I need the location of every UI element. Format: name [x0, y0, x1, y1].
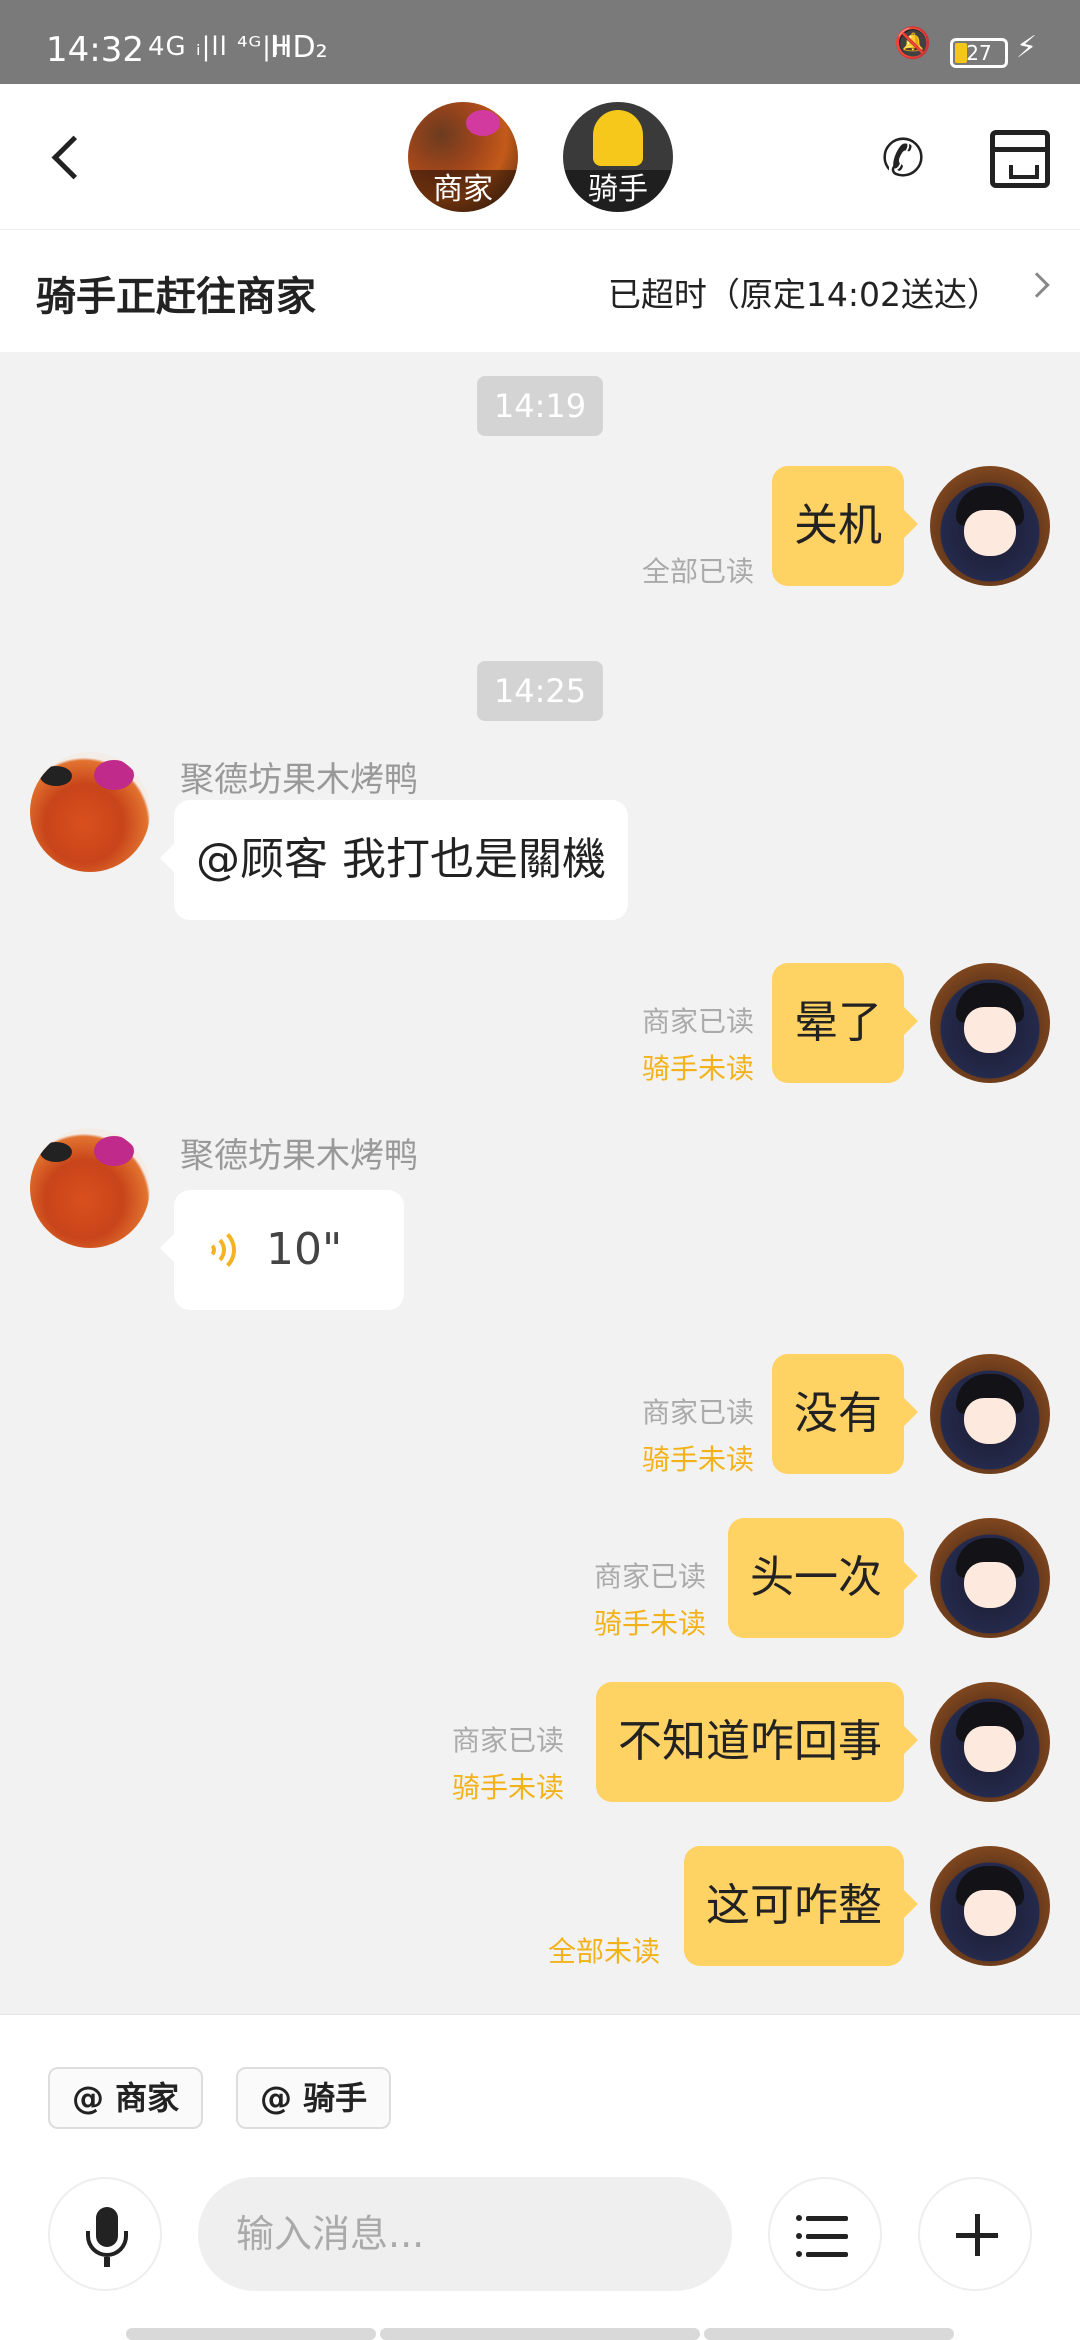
order-status-text: 骑手正赶往商家 [36, 274, 316, 320]
battery-icon: 27 [950, 38, 1008, 68]
merchant-chat-avatar[interactable] [30, 752, 150, 872]
message-input[interactable] [198, 2177, 732, 2291]
my-avatar[interactable] [930, 1518, 1050, 1638]
read-status: 全部已读 [641, 555, 754, 588]
avatar-face [964, 510, 1016, 556]
rider-read-status: 骑手未读 [641, 1052, 754, 1085]
my-avatar[interactable] [930, 1846, 1050, 1966]
charging-icon: ⚡ [1016, 30, 1038, 65]
read-status: 全部未读 [547, 1935, 660, 1968]
signal-icon: 4G ᵢ|ll ⁴ᴳ|ll [148, 32, 289, 62]
merchant-read-status: 商家已读 [593, 1560, 706, 1593]
voice-duration: 10" [266, 1224, 343, 1275]
avatar-face [964, 1007, 1016, 1053]
avatar-face [964, 1398, 1016, 1444]
my-avatar[interactable] [930, 963, 1050, 1083]
order-status-bar[interactable]: 骑手正赶往商家 已超时（原定14:02送达） [0, 230, 1080, 352]
my-message-bubble[interactable]: 关机 [772, 466, 918, 586]
my-avatar[interactable] [930, 1354, 1050, 1474]
merchant-chat-avatar[interactable] [30, 1128, 150, 1248]
nav-bar-segment [380, 2328, 700, 2340]
flower-icon [466, 110, 500, 136]
my-message-bubble[interactable]: 不知道咋回事 [596, 1682, 918, 1802]
overtime-text: 已超时（原定14:02送达） [607, 275, 1000, 314]
rider-read-status: 骑手未读 [451, 1771, 564, 1804]
voice-wave-icon [208, 1226, 248, 1274]
bowl-icon [40, 1142, 72, 1162]
status-bar: 14:32 4G ᵢ|ll ⁴ᴳ|ll HD₂ 🔕 27 ⚡ [0, 0, 1080, 84]
avatar-face [964, 1562, 1016, 1608]
avatar-face [964, 1726, 1016, 1772]
list-icon-dot [796, 2233, 802, 2239]
flower-icon [94, 1136, 134, 1166]
flower-icon [94, 760, 134, 790]
merchant-read-status: 商家已读 [451, 1724, 564, 1757]
microphone-stand [86, 2231, 128, 2257]
mute-icon: 🔕 [894, 26, 932, 61]
microphone-base [104, 2257, 110, 2267]
helmet-icon [593, 110, 643, 166]
rider-read-status: 骑手未读 [593, 1607, 706, 1640]
my-message-bubble[interactable]: 晕了 [772, 963, 918, 1083]
chevron-right-icon [1024, 272, 1050, 298]
list-icon-dot [796, 2251, 802, 2257]
avatar-face [964, 1890, 1016, 1936]
plus-icon-vertical [975, 2214, 980, 2256]
store-button[interactable] [990, 130, 1050, 188]
my-message-bubble[interactable]: 头一次 [728, 1518, 918, 1638]
list-icon-line [806, 2234, 848, 2239]
voice-input-button[interactable] [48, 2177, 162, 2291]
nav-bar-segment [704, 2328, 954, 2340]
rider-read-status: 骑手未读 [641, 1443, 754, 1476]
back-button[interactable] [40, 124, 100, 194]
list-icon-line [806, 2216, 848, 2221]
sender-name: 聚德坊果木烤鸭 [180, 760, 418, 800]
my-message-bubble[interactable]: 没有 [772, 1354, 918, 1474]
status-time: 14:32 [46, 30, 144, 70]
time-divider: 14:19 [477, 376, 603, 436]
merchant-read-status: 商家已读 [641, 1396, 754, 1429]
rider-avatar-label: 骑手 [563, 170, 673, 212]
phone-button[interactable]: ✆ [868, 124, 938, 194]
merchant-message-bubble[interactable]: @顾客 我打也是關機 [160, 800, 628, 920]
my-message-bubble[interactable]: 这可咋整 [684, 1846, 918, 1966]
merchant-avatar[interactable]: 商家 [408, 102, 518, 212]
sender-name: 聚德坊果木烤鸭 [180, 1136, 418, 1176]
my-avatar[interactable] [930, 1682, 1050, 1802]
list-icon-line [806, 2252, 848, 2257]
hd-icon: HD₂ [270, 30, 328, 65]
battery-level: 27 [966, 41, 992, 65]
more-button[interactable] [918, 2177, 1032, 2291]
input-panel: @ 商家 @ 骑手 [0, 2014, 1080, 2340]
bowl-icon [40, 766, 72, 786]
my-avatar[interactable] [930, 466, 1050, 586]
time-divider: 14:25 [477, 661, 603, 721]
voice-message-bubble[interactable]: 10" [160, 1190, 404, 1310]
rider-avatar[interactable]: 骑手 [563, 102, 673, 212]
merchant-avatar-label: 商家 [408, 170, 518, 212]
quick-reply-button[interactable] [768, 2177, 882, 2291]
at-merchant-button[interactable]: @ 商家 [48, 2067, 204, 2129]
at-rider-button[interactable]: @ 骑手 [236, 2067, 392, 2129]
merchant-read-status: 商家已读 [641, 1005, 754, 1038]
chat-header: 商家 骑手 ✆ [0, 84, 1080, 230]
list-icon-dot [796, 2215, 802, 2221]
nav-bar-segment [126, 2328, 376, 2340]
